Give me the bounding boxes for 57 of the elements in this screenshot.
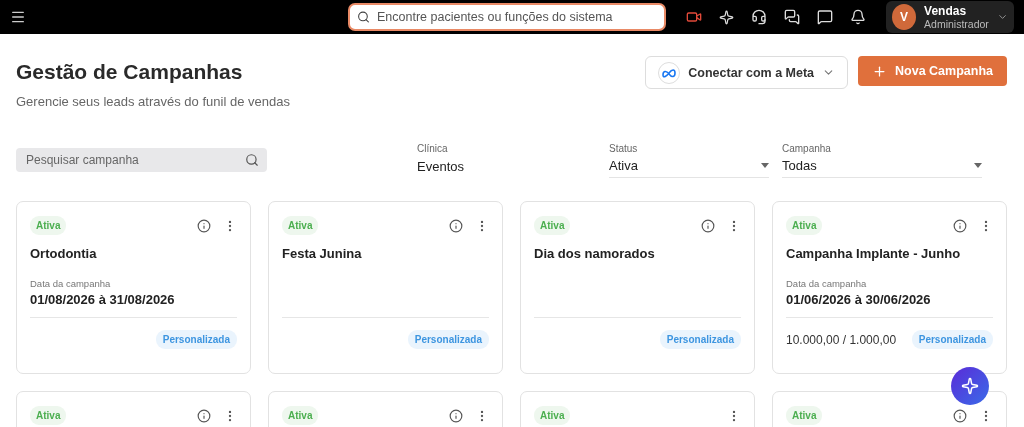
filter-select[interactable]: Todas xyxy=(782,154,982,178)
campaign-name: Campanha Implante - Junho xyxy=(786,246,962,261)
info-icon[interactable] xyxy=(197,218,211,233)
campaign-search-field[interactable]: Pesquisar campanha xyxy=(16,148,267,172)
type-tag: Personalizada xyxy=(407,330,489,349)
status-tag: Ativa xyxy=(786,406,823,425)
type-tag: Personalizada xyxy=(659,330,741,349)
filter-label: Clínica xyxy=(417,143,449,154)
info-icon[interactable] xyxy=(197,408,211,423)
sparkle-icon[interactable] xyxy=(719,9,734,25)
status-tag: Ativa xyxy=(30,216,67,235)
page-title: Gestão de Campanhas xyxy=(16,60,244,84)
date-label: Data da campanha xyxy=(30,278,112,289)
menu-icon[interactable] xyxy=(10,9,26,25)
user-menu[interactable]: V Vendas Administrador xyxy=(886,1,1014,33)
date-label: Data da campanha xyxy=(786,278,868,289)
chat-bubbles-icon[interactable] xyxy=(784,9,800,25)
status-tag: Ativa xyxy=(534,406,571,425)
campaign-dates: 01/06/2026 à 30/06/2026 xyxy=(786,292,932,307)
type-tag: Personalizada xyxy=(155,330,237,349)
search-field[interactable]: Encontre pacientes ou funções do sistema xyxy=(348,3,666,31)
sparkle-icon xyxy=(961,377,979,395)
info-icon[interactable] xyxy=(701,218,715,233)
status-tag: Ativa xyxy=(786,216,823,235)
headset-icon[interactable] xyxy=(751,9,767,25)
page-subtitle: Gerencie seus leads através do funil de vendas xyxy=(16,94,290,109)
filter-select[interactable]: Ativa xyxy=(609,154,769,178)
filter-select[interactable]: Eventos xyxy=(417,154,584,178)
status-tag: Ativa xyxy=(282,406,319,425)
filter-label: Campanha xyxy=(782,143,832,154)
caret-icon xyxy=(974,163,982,168)
info-icon[interactable] xyxy=(953,218,967,233)
infinity-logo-icon xyxy=(658,61,681,84)
status-tag: Ativa xyxy=(30,406,67,425)
chat-bubble-icon[interactable] xyxy=(817,9,833,25)
user-name: Vendas xyxy=(924,4,968,18)
info-icon[interactable] xyxy=(449,218,463,233)
status-tag: Ativa xyxy=(534,216,571,235)
user-role: Administrador xyxy=(924,18,989,30)
search-icon xyxy=(245,153,259,167)
search-icon xyxy=(357,10,370,24)
info-icon[interactable] xyxy=(449,408,463,423)
plus-icon xyxy=(872,63,888,79)
campaign-name: Festa Junina xyxy=(282,246,363,261)
connect-meta-button[interactable]: Conectar com a Meta xyxy=(645,56,849,89)
budget-text: 10.000,00 / 1.000,00 xyxy=(786,332,897,347)
user-avatar: V xyxy=(892,4,917,30)
campaign-dates: 01/08/2026 à 31/08/2026 xyxy=(30,292,176,307)
bell-icon[interactable] xyxy=(850,9,866,25)
status-tag: Ativa xyxy=(282,216,319,235)
video-camera-icon[interactable] xyxy=(686,9,702,25)
campaign-name: Ortodontia xyxy=(30,246,98,261)
campaign-name: Dia dos namorados xyxy=(534,246,656,261)
caret-icon xyxy=(761,163,769,168)
filter-label: Status xyxy=(609,143,639,154)
info-icon[interactable] xyxy=(953,408,967,423)
type-tag: Personalizada xyxy=(911,330,993,349)
